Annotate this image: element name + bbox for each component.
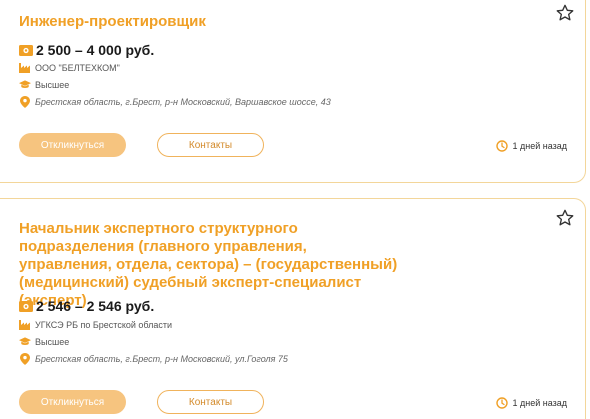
money-icon: [19, 44, 33, 56]
posted-time: 1 дней назад: [496, 397, 567, 409]
address-text: Брестская область, г.Брест, р-н Московск…: [35, 96, 331, 107]
education-row: Высшее: [19, 79, 69, 90]
address-row: Брестская область, г.Брест, р-н Московск…: [19, 352, 288, 365]
vacancy-title[interactable]: Инженер-проектировщик: [19, 13, 206, 31]
location-pin-icon: [19, 95, 31, 108]
money-icon: [19, 300, 33, 312]
apply-button[interactable]: Откликнуться: [19, 390, 126, 414]
factory-icon: [19, 62, 31, 73]
address-row: Брестская область, г.Брест, р-н Московск…: [19, 95, 331, 108]
star-outline-icon[interactable]: [555, 208, 575, 228]
vacancy-card: Инженер-проектировщик 2 500 – 4 000 руб.…: [0, 0, 586, 183]
clock-icon: [496, 140, 509, 152]
salary-value: 2 500 – 4 000 руб.: [36, 42, 155, 58]
company-name[interactable]: УГКСЭ РБ по Брестской области: [35, 320, 172, 330]
address-text: Брестская область, г.Брест, р-н Московск…: [35, 353, 288, 364]
company-row: ООО "БЕЛТЕХКОМ": [19, 62, 120, 73]
salary-row: 2 500 – 4 000 руб.: [19, 42, 154, 58]
star-outline-icon[interactable]: [555, 3, 575, 23]
location-pin-icon: [19, 352, 31, 365]
graduation-cap-icon: [19, 336, 31, 347]
graduation-cap-icon: [19, 79, 31, 90]
contacts-button[interactable]: Контакты: [157, 390, 264, 414]
salary-value: 2 546 – 2 546 руб.: [36, 298, 155, 314]
vacancy-list: Инженер-проектировщик 2 500 – 4 000 руб.…: [0, 0, 590, 419]
vacancy-title[interactable]: Начальник экспертного структурного подра…: [19, 220, 399, 310]
contacts-button[interactable]: Контакты: [157, 133, 264, 157]
company-row: УГКСЭ РБ по Брестской области: [19, 319, 172, 330]
education-level: Высшее: [35, 336, 70, 347]
posted-time: 1 дней назад: [496, 140, 567, 152]
clock-icon: [496, 397, 509, 409]
posted-time-text: 1 дней назад: [512, 141, 567, 151]
education-level: Высшее: [35, 79, 70, 90]
education-row: Высшее: [19, 336, 69, 347]
salary-row: 2 546 – 2 546 руб.: [19, 298, 154, 314]
company-name[interactable]: ООО "БЕЛТЕХКОМ": [35, 63, 120, 73]
apply-button[interactable]: Откликнуться: [19, 133, 126, 157]
posted-time-text: 1 дней назад: [512, 398, 567, 408]
vacancy-card: Начальник экспертного структурного подра…: [0, 198, 586, 419]
factory-icon: [19, 319, 31, 330]
